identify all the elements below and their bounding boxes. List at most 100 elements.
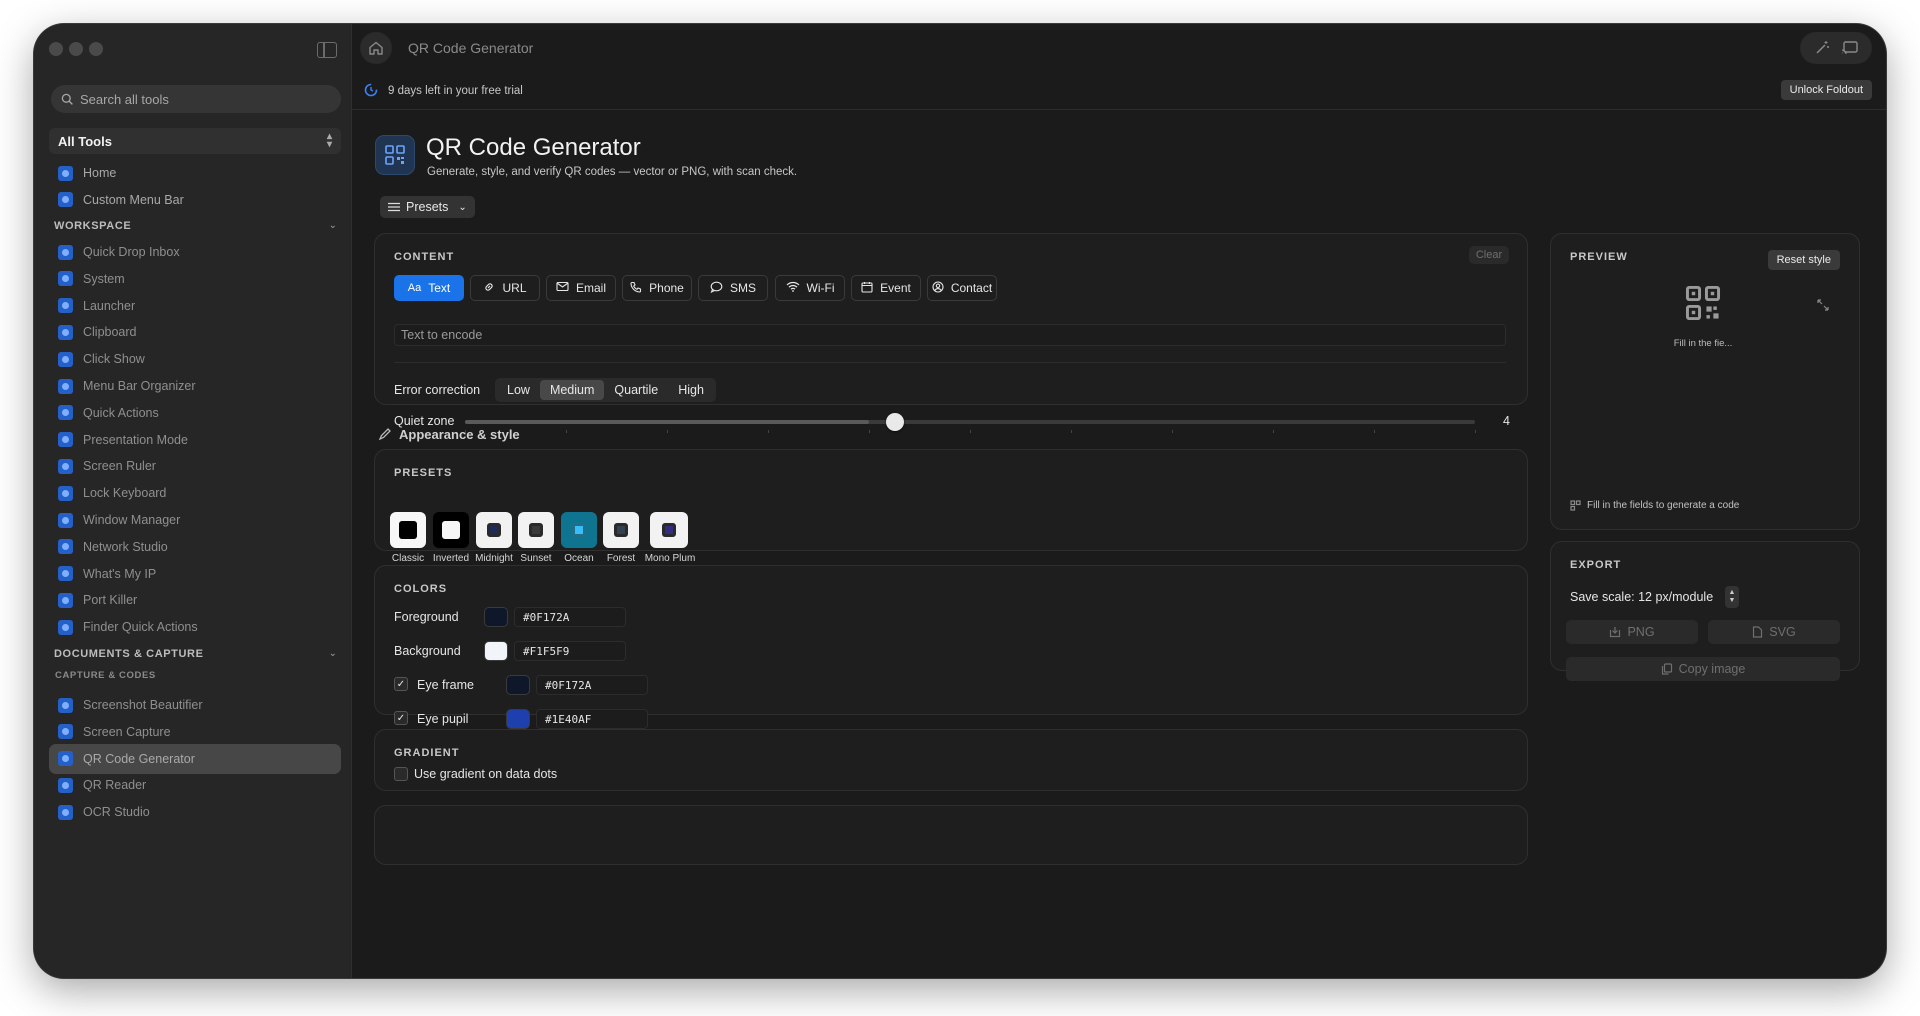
zoom-window-button[interactable] <box>89 42 103 56</box>
sidebar-toggle-icon[interactable] <box>317 42 337 58</box>
text-to-encode-input[interactable]: Text to encode <box>394 324 1506 346</box>
quiet-zone-slider[interactable] <box>465 413 1476 433</box>
sidebar-item-label: Screen Capture <box>83 724 171 739</box>
content-type-sms[interactable]: SMS <box>698 275 768 301</box>
unlock-button[interactable]: Unlock Foldout <box>1780 80 1872 100</box>
close-window-button[interactable] <box>49 42 63 56</box>
minimize-window-button[interactable] <box>69 42 83 56</box>
eye-pupil-checkbox[interactable]: ✓ <box>394 711 408 725</box>
slider-thumb[interactable] <box>886 413 904 431</box>
sidebar-item-network-studio[interactable]: Network Studio <box>49 532 341 562</box>
sidebar-item-what-s-my-ip[interactable]: What's My IP <box>49 559 341 589</box>
sidebar-item-label: Finder Quick Actions <box>83 620 198 635</box>
preset-swatch-center <box>487 523 501 537</box>
eye-frame-color-swatch[interactable] <box>506 675 530 695</box>
expand-icon[interactable] <box>1817 298 1829 316</box>
main-content: QR Code Generator Generate, style, and v… <box>352 110 1886 978</box>
content-type-email[interactable]: Email <box>546 275 616 301</box>
preset-sunset[interactable] <box>518 512 554 548</box>
clear-button[interactable]: Clear <box>1469 246 1509 264</box>
copy-image-button[interactable]: Copy image <box>1566 657 1840 681</box>
menu-bar-organizer-icon <box>58 378 73 394</box>
content-type-phone[interactable]: Phone <box>622 275 692 301</box>
scale-stepper[interactable]: ▲ ▼ <box>1725 586 1739 608</box>
message-icon <box>710 281 723 296</box>
error-level-quartile[interactable]: Quartile <box>604 380 668 400</box>
preset-classic[interactable] <box>390 512 426 548</box>
sidebar-item-quick-actions[interactable]: Quick Actions <box>49 398 341 428</box>
sidebar-item-menu-bar-organizer[interactable]: Menu Bar Organizer <box>49 371 341 401</box>
save-icon <box>1610 627 1621 638</box>
sidebar-item-click-show[interactable]: Click Show <box>49 344 341 374</box>
error-level-high[interactable]: High <box>668 380 714 400</box>
svg-button[interactable]: SVG <box>1708 620 1840 644</box>
foreground-color-swatch[interactable] <box>484 607 508 627</box>
gradient-checkbox[interactable] <box>394 767 408 781</box>
sidebar-item-window-manager[interactable]: Window Manager <box>49 505 341 535</box>
sidebar-item-clipboard[interactable]: Clipboard <box>49 317 341 347</box>
phone-icon <box>630 281 642 296</box>
content-type-url[interactable]: URL <box>470 275 540 301</box>
slider-tick <box>667 430 668 433</box>
tool-scope-select[interactable]: All Tools ▴ ▾ <box>49 128 341 154</box>
chevron-down-icon[interactable]: ⌄ <box>329 648 337 659</box>
preset-inverted[interactable] <box>433 512 469 548</box>
sidebar-item-screen-capture[interactable]: Screen Capture <box>49 717 341 747</box>
content-type-wi-fi[interactable]: Wi-Fi <box>775 275 845 301</box>
preset-swatch-center <box>529 523 543 537</box>
presets-button[interactable]: Presets ⌄ <box>380 196 475 218</box>
eye-frame-hex-input[interactable]: #0F172A <box>536 675 648 695</box>
sidebar-item-screenshot-beautifier[interactable]: Screenshot Beautifier <box>49 690 341 720</box>
slider-tick <box>1475 430 1476 433</box>
sidebar-search-input[interactable]: Search all tools <box>51 85 341 113</box>
content-type-text[interactable]: Aa Text <box>394 275 464 301</box>
eye-pupil-hex-input[interactable]: #1E40AF <box>536 709 648 729</box>
content-label: CONTENT <box>394 251 455 263</box>
error-level-low[interactable]: Low <box>497 380 540 400</box>
appearance-style-title: Appearance & style <box>378 427 520 442</box>
sidebar-item-label: Clipboard <box>83 325 137 340</box>
sidebar-item-presentation-mode[interactable]: Presentation Mode <box>49 425 341 455</box>
content-type-contact[interactable]: Contact <box>927 275 997 301</box>
sidebar-item-qr-code-generator[interactable]: QR Code Generator <box>49 743 341 774</box>
content-type-event[interactable]: Event <box>851 275 921 301</box>
eye-frame-checkbox[interactable]: ✓ <box>394 677 408 691</box>
reset-style-button[interactable]: Reset style <box>1767 250 1840 270</box>
sidebar-item-quick-drop-inbox[interactable]: Quick Drop Inbox <box>49 237 341 267</box>
sidebar-item-finder-quick-actions[interactable]: Finder Quick Actions <box>49 612 341 642</box>
background-hex-input[interactable]: #F1F5F9 <box>514 641 626 661</box>
cast-screen-icon[interactable] <box>1836 40 1864 56</box>
sidebar-item-lock-keyboard[interactable]: Lock Keyboard <box>49 478 341 508</box>
sidebar-item-ocr-studio[interactable]: OCR Studio <box>49 797 341 827</box>
sidebar-item-home[interactable]: Home <box>49 158 341 188</box>
sidebar-item-system[interactable]: System <box>49 264 341 294</box>
background-color-swatch[interactable] <box>484 641 508 661</box>
error-level-medium[interactable]: Medium <box>539 380 605 400</box>
sidebar-item-custom-menu-bar[interactable]: Custom Menu Bar <box>49 185 341 215</box>
content-type-label: Wi-Fi <box>806 281 835 295</box>
contact-icon <box>932 280 944 296</box>
sidebar-item-label: Launcher <box>83 298 136 313</box>
preset-mono-plum[interactable] <box>650 512 688 548</box>
quiet-zone-label: Quiet zone <box>394 414 455 428</box>
documents-capture-header[interactable]: DOCUMENTS & CAPTURE <box>54 648 204 660</box>
preset-swatch-center <box>442 521 460 539</box>
workspace-header[interactable]: WORKSPACE <box>54 220 131 232</box>
preset-midnight[interactable] <box>476 512 512 548</box>
preset-label: Mono Plum <box>644 553 696 564</box>
sidebar-item-port-killer[interactable]: Port Killer <box>49 585 341 615</box>
eye-pupil-color-swatch[interactable] <box>506 709 530 729</box>
magic-wand-icon[interactable] <box>1808 40 1836 56</box>
search-placeholder: Search all tools <box>80 91 169 107</box>
sidebar-item-qr-reader[interactable]: QR Reader <box>49 770 341 800</box>
chevron-down-icon[interactable]: ⌄ <box>329 220 337 231</box>
home-button[interactable] <box>360 32 392 64</box>
capture-codes-subheader: CAPTURE & CODES <box>55 670 156 681</box>
preset-forest[interactable] <box>603 512 639 548</box>
png-button[interactable]: PNG <box>1566 620 1698 644</box>
foreground-hex-input[interactable]: #0F172A <box>514 607 626 627</box>
screen-capture-icon <box>58 724 73 740</box>
sidebar-item-launcher[interactable]: Launcher <box>49 291 341 321</box>
sidebar-item-screen-ruler[interactable]: Screen Ruler <box>49 451 341 481</box>
preset-ocean[interactable] <box>561 512 597 548</box>
